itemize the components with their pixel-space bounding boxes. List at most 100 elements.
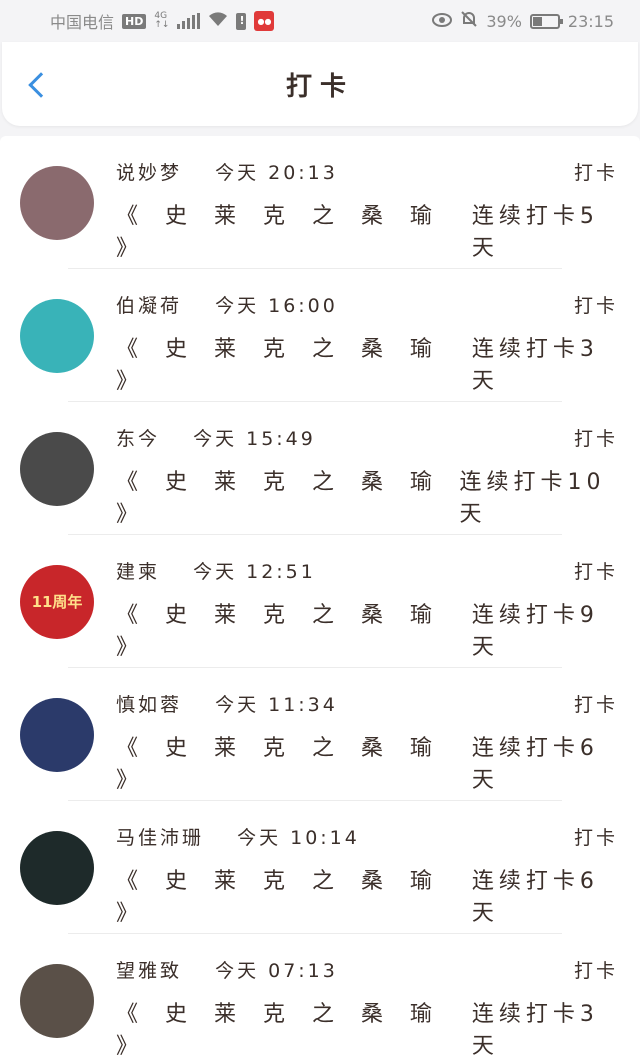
back-button[interactable] [22,68,54,102]
item-detail: 《 史 莱 克 之 桑 瑜 》 连续打卡10天 [116,464,618,528]
item-detail: 《 史 莱 克 之 桑 瑜 》 连续打卡6天 [116,730,618,794]
app-notification-icon: ●● [254,11,275,31]
user-name[interactable]: 马佳沛珊 [116,827,204,849]
checkin-time: 今天 10:14 [237,827,360,849]
avatar-text: 11周年 [31,593,83,611]
book-title[interactable]: 《 史 莱 克 之 桑 瑜 》 [116,730,472,794]
checkin-time: 今天 12:51 [193,561,316,583]
checkin-time: 今天 07:13 [215,960,338,982]
book-title[interactable]: 《 史 莱 克 之 桑 瑜 》 [116,331,472,395]
status-right: 39% 23:15 [432,10,614,32]
battery-fill [532,16,543,26]
item-detail: 《 史 莱 克 之 桑 瑜 》 连续打卡9天 [116,597,618,661]
checkin-label[interactable]: 打卡 [574,690,618,717]
page-title: 打卡 [285,71,354,102]
clock: 23:15 [567,11,614,31]
list-item[interactable]: 马佳沛珊 今天 10:14 打卡 《 史 莱 克 之 桑 瑜 》 连续打卡6天 [0,801,640,934]
status-left: 中国电信 HD 4G ↑↓ ●● [50,9,275,33]
item-info: 马佳沛珊 今天 10:14 打卡 《 史 莱 克 之 桑 瑜 》 连续打卡6天 [116,801,640,934]
avatar[interactable]: 11周年 [20,564,94,639]
book-title[interactable]: 《 史 莱 克 之 桑 瑜 》 [116,597,472,661]
item-info: 慎如蓉 今天 11:34 打卡 《 史 莱 克 之 桑 瑜 》 连续打卡6天 [116,668,640,801]
item-header: 马佳沛珊 今天 10:14 打卡 [116,823,618,850]
user-meta: 东今 今天 15:49 [116,424,316,451]
item-header: 说妙梦 今天 20:13 打卡 [116,158,618,185]
item-header: 慎如蓉 今天 11:34 打卡 [116,690,618,717]
signal-icon [177,13,201,29]
item-info: 望雅致 今天 07:13 打卡 《 史 莱 克 之 桑 瑜 》 连续打卡3天 [116,934,640,1060]
avatar[interactable] [20,830,94,905]
item-info: 伯凝荷 今天 16:00 打卡 《 史 莱 克 之 桑 瑜 》 连续打卡3天 [116,269,640,402]
user-meta: 慎如蓉 今天 11:34 [116,690,338,717]
user-name[interactable]: 望雅致 [116,960,182,982]
network-type-icon: 4G ↑↓ [154,12,169,30]
item-header: 东今 今天 15:49 打卡 [116,424,618,451]
streak-label: 连续打卡6天 [471,869,599,926]
wifi-icon [208,11,228,32]
streak-label: 连续打卡10天 [459,470,606,527]
item-detail: 《 史 莱 克 之 桑 瑜 》 连续打卡6天 [116,863,618,927]
checkin-time: 今天 20:13 [215,162,338,184]
chevron-left-icon [28,72,54,98]
book-title[interactable]: 《 史 莱 克 之 桑 瑜 》 [116,464,460,528]
bell-muted-icon [460,10,478,32]
network-arrows-label: ↑↓ [154,20,170,30]
item-info: 建柬 今天 12:51 打卡 《 史 莱 克 之 桑 瑜 》 连续打卡9天 [116,535,640,668]
user-meta: 马佳沛珊 今天 10:14 [116,823,360,850]
streak-label: 连续打卡3天 [471,337,599,394]
checkin-label[interactable]: 打卡 [574,557,618,584]
item-header: 建柬 今天 12:51 打卡 [116,557,618,584]
list-item[interactable]: 说妙梦 今天 20:13 打卡 《 史 莱 克 之 桑 瑜 》 连续打卡5天 [0,136,640,269]
user-name[interactable]: 说妙梦 [116,162,182,184]
battery-percent: 39% [486,11,522,31]
streak-label: 连续打卡6天 [471,736,599,793]
streak-label: 连续打卡5天 [471,204,599,261]
list-item[interactable]: 伯凝荷 今天 16:00 打卡 《 史 莱 克 之 桑 瑜 》 连续打卡3天 [0,269,640,402]
checkin-time: 今天 15:49 [193,428,316,450]
checkin-label[interactable]: 打卡 [574,956,618,983]
item-header: 伯凝荷 今天 16:00 打卡 [116,291,618,318]
checkin-label[interactable]: 打卡 [574,823,618,850]
status-bar: 中国电信 HD 4G ↑↓ ●● 39% 23:15 [0,0,640,42]
item-detail: 《 史 莱 克 之 桑 瑜 》 连续打卡3天 [116,996,618,1060]
book-title[interactable]: 《 史 莱 克 之 桑 瑜 》 [116,198,472,262]
streak-label: 连续打卡9天 [471,603,599,660]
checkin-list: 说妙梦 今天 20:13 打卡 《 史 莱 克 之 桑 瑜 》 连续打卡5天 伯… [0,136,640,1060]
list-item[interactable]: 慎如蓉 今天 11:34 打卡 《 史 莱 克 之 桑 瑜 》 连续打卡6天 [0,668,640,801]
user-meta: 伯凝荷 今天 16:00 [116,291,338,318]
streak-label: 连续打卡3天 [471,1002,599,1059]
item-detail: 《 史 莱 克 之 桑 瑜 》 连续打卡5天 [116,198,618,262]
carrier-label: 中国电信 [50,13,115,32]
item-info: 东今 今天 15:49 打卡 《 史 莱 克 之 桑 瑜 》 连续打卡10天 [116,402,640,535]
book-title[interactable]: 《 史 莱 克 之 桑 瑜 》 [116,863,472,927]
user-meta: 建柬 今天 12:51 [116,557,316,584]
hd-icon: HD [122,13,147,29]
item-detail: 《 史 莱 克 之 桑 瑜 》 连续打卡3天 [116,331,618,395]
list-item[interactable]: 望雅致 今天 07:13 打卡 《 史 莱 克 之 桑 瑜 》 连续打卡3天 [0,934,640,1060]
user-name[interactable]: 建柬 [116,561,160,583]
top-bar: 打卡 [2,42,638,126]
battery-icon [529,13,563,29]
user-name[interactable]: 伯凝荷 [116,295,182,317]
user-name[interactable]: 东今 [116,428,160,450]
checkin-time: 今天 16:00 [215,295,338,317]
item-info: 说妙梦 今天 20:13 打卡 《 史 莱 克 之 桑 瑜 》 连续打卡5天 [116,136,640,269]
checkin-time: 今天 11:34 [215,694,338,716]
checkin-label[interactable]: 打卡 [574,424,618,451]
avatar[interactable] [20,165,94,240]
battery-alert-icon [236,12,247,30]
avatar[interactable] [20,298,94,373]
checkin-label[interactable]: 打卡 [574,291,618,318]
list-item[interactable]: 11周年 建柬 今天 12:51 打卡 《 史 莱 克 之 桑 瑜 》 连续打卡… [0,535,640,668]
eye-icon [432,11,453,32]
user-meta: 望雅致 今天 07:13 [116,956,338,983]
checkin-label[interactable]: 打卡 [574,158,618,185]
user-name[interactable]: 慎如蓉 [116,694,182,716]
user-meta: 说妙梦 今天 20:13 [116,158,338,185]
avatar[interactable] [20,431,94,506]
avatar[interactable] [20,697,94,772]
list-item[interactable]: 东今 今天 15:49 打卡 《 史 莱 克 之 桑 瑜 》 连续打卡10天 [0,402,640,535]
book-title[interactable]: 《 史 莱 克 之 桑 瑜 》 [116,996,472,1060]
item-header: 望雅致 今天 07:13 打卡 [116,956,618,983]
avatar[interactable] [20,963,94,1038]
